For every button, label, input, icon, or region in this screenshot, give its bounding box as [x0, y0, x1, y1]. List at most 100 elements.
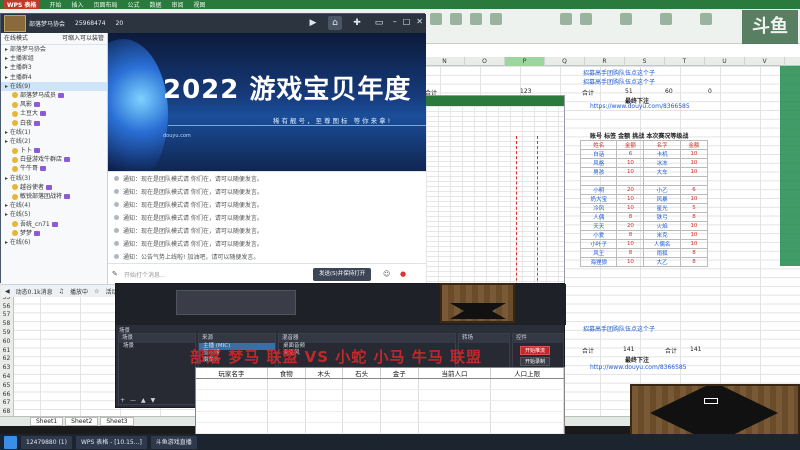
table-cell[interactable]: 10 [679, 167, 709, 177]
row-header[interactable]: 56 [0, 303, 13, 312]
start-icon[interactable] [4, 435, 17, 449]
table-cell[interactable]: 8 [679, 211, 709, 222]
contact-action[interactable]: 可缩入可以装管 [62, 33, 104, 44]
event-icon[interactable]: ☆ [94, 288, 99, 295]
table-cell[interactable]: 10 [679, 220, 709, 231]
col-header-selected[interactable]: P [505, 57, 545, 66]
minimap-viewport[interactable] [704, 398, 718, 404]
col-header[interactable]: V [745, 57, 785, 66]
move-down-icon[interactable]: ▼ [151, 397, 156, 404]
remove-icon[interactable]: — [130, 397, 136, 404]
table-cell[interactable]: 大车 [643, 167, 681, 177]
table-cell[interactable]: 5 [679, 202, 709, 213]
taskbar-item[interactable]: WPS 表格 - [10.15...] [75, 435, 147, 449]
sheet-tab[interactable]: Sheet1 [30, 417, 64, 426]
group-avatar[interactable] [4, 15, 26, 32]
contact-item[interactable]: 梦梦 [1, 229, 107, 238]
menu-formula[interactable]: 公式 [127, 0, 139, 9]
start-record-button[interactable]: 开始录制 [520, 357, 550, 366]
emoji-icon[interactable]: ☺ [383, 270, 390, 278]
table-cell[interactable]: 风格 [579, 158, 618, 168]
col-header[interactable]: R [585, 57, 625, 66]
contact-group[interactable]: ▸ 在线(2) [1, 137, 107, 146]
bottom-item[interactable]: 动态0.1k消息 [16, 287, 53, 296]
message-input[interactable]: 开始打个消息... [124, 270, 166, 279]
contact-group[interactable]: ▸ 在线(3) [1, 174, 107, 183]
gamepad-icon[interactable]: ✚ [350, 16, 364, 30]
table-cell[interactable]: 20 [616, 220, 645, 231]
screen-icon[interactable]: ▭ [372, 16, 386, 30]
row-header[interactable]: 59 [0, 329, 13, 338]
home-icon[interactable]: ⌂ [328, 16, 342, 30]
row-header[interactable]: 62 [0, 355, 13, 364]
contact-group[interactable]: ▸ 在线(1) [1, 128, 107, 137]
row-header[interactable]: 63 [0, 364, 13, 373]
move-up-icon[interactable]: ▲ [141, 397, 146, 404]
menu-home[interactable]: 开始 [49, 0, 61, 9]
contact-item[interactable]: 卜卜 [1, 146, 107, 155]
table-cell[interactable] [643, 176, 681, 186]
mini-titlebar[interactable] [426, 96, 564, 106]
close-icon[interactable]: ✕ [416, 17, 423, 26]
table-cell[interactable]: 火焰 [643, 220, 681, 231]
table-cell[interactable]: 雨狐 [643, 247, 681, 258]
table-cell[interactable]: 10 [679, 193, 709, 204]
scene-item[interactable]: 场景 [119, 343, 195, 350]
contact-item[interactable]: 吾统_cn71 [1, 220, 107, 229]
contact-item[interactable]: 部落梦马成员 [1, 91, 107, 100]
send-button[interactable]: 发送(S)并保持打开 [313, 268, 372, 281]
table-cell[interactable]: 10 [616, 202, 645, 213]
contact-group[interactable]: ▸ 主播群4 [1, 73, 107, 82]
sheet-tab[interactable]: Sheet2 [65, 417, 99, 426]
speaker-icon[interactable]: ◀ [5, 288, 10, 295]
col-header[interactable]: U [705, 57, 745, 66]
minimize-icon[interactable]: – [393, 17, 397, 26]
add-icon[interactable]: + [120, 397, 125, 404]
chat-bubble-icon[interactable]: ✎ [112, 270, 118, 278]
mini-spreadsheet-window[interactable] [425, 95, 565, 315]
start-stream-button[interactable]: 开始推流 [520, 346, 550, 355]
contact-group[interactable]: ▸ 在线(6) [1, 238, 107, 247]
table-cell[interactable]: 奶大宝 [579, 193, 618, 204]
table-cell[interactable]: 10 [616, 158, 645, 168]
ribbon-icon[interactable] [560, 13, 572, 25]
recruit-link[interactable]: 招募高手团购队伍点这个子 [583, 68, 655, 77]
sheet-tab[interactable]: Sheet3 [100, 417, 134, 426]
menu-layout[interactable]: 页面布局 [93, 0, 117, 9]
menu-insert[interactable]: 插入 [71, 0, 83, 9]
contact-item[interactable]: 牛牛哥 [1, 164, 107, 173]
table-cell[interactable]: 海狸狼 [579, 256, 618, 267]
table-cell[interactable]: 10 [616, 193, 645, 204]
music-icon[interactable]: ♫ [59, 288, 64, 295]
row-header[interactable]: 60 [0, 338, 13, 347]
ribbon-icon[interactable] [490, 13, 502, 25]
ribbon-icon[interactable] [660, 13, 672, 25]
table-cell[interactable]: 10 [616, 238, 645, 249]
contact-item[interactable]: 土豆大 [1, 109, 107, 118]
contact-group[interactable]: ▸ 在线(5) [1, 210, 107, 219]
table-cell[interactable]: 人偶 [579, 211, 618, 222]
contact-item[interactable]: 越谷使者 [1, 183, 107, 192]
table-cell[interactable]: 冷风 [579, 202, 618, 213]
video-icon[interactable]: ▶ [306, 16, 320, 30]
stream-url[interactable]: https://www.douyu.com/8366585 [590, 103, 690, 110]
ribbon-icon[interactable] [620, 13, 632, 25]
table-cell[interactable]: 小叶子 [579, 238, 618, 249]
ribbon-icon[interactable] [430, 13, 442, 25]
contact-group[interactable]: ▸ 在线(4) [1, 201, 107, 210]
ribbon-icon[interactable] [580, 13, 592, 25]
table-cell[interactable]: 冰冻 [643, 158, 681, 168]
chat-input-bar[interactable]: ✎ 开始打个消息... 发送(S)并保持打开 ☺ ● [108, 263, 426, 284]
table-cell[interactable]: 星光 [643, 202, 681, 213]
table-cell[interactable]: 8 [616, 229, 645, 240]
table-cell[interactable]: 铁弓 [643, 211, 681, 222]
table-cell[interactable] [616, 176, 645, 186]
chat-titlebar[interactable]: 部落梦马协会 25968474 20 ▶ ⌂ ✚ ▭ – □ ✕ [1, 14, 426, 33]
contact-group[interactable]: ▸ 部落梦马协会 [1, 45, 107, 54]
table-cell[interactable]: 6 [679, 184, 709, 195]
table-cell[interactable]: 风暴 [643, 193, 681, 204]
row-header[interactable]: 65 [0, 382, 13, 391]
table-cell[interactable]: 8 [616, 211, 645, 222]
table-cell[interactable]: 小爱 [579, 229, 618, 240]
promo-banner[interactable]: 2022 游戏宝贝年度 稀有靓号，至尊图标 等你来拿! douyu.com [108, 33, 426, 171]
